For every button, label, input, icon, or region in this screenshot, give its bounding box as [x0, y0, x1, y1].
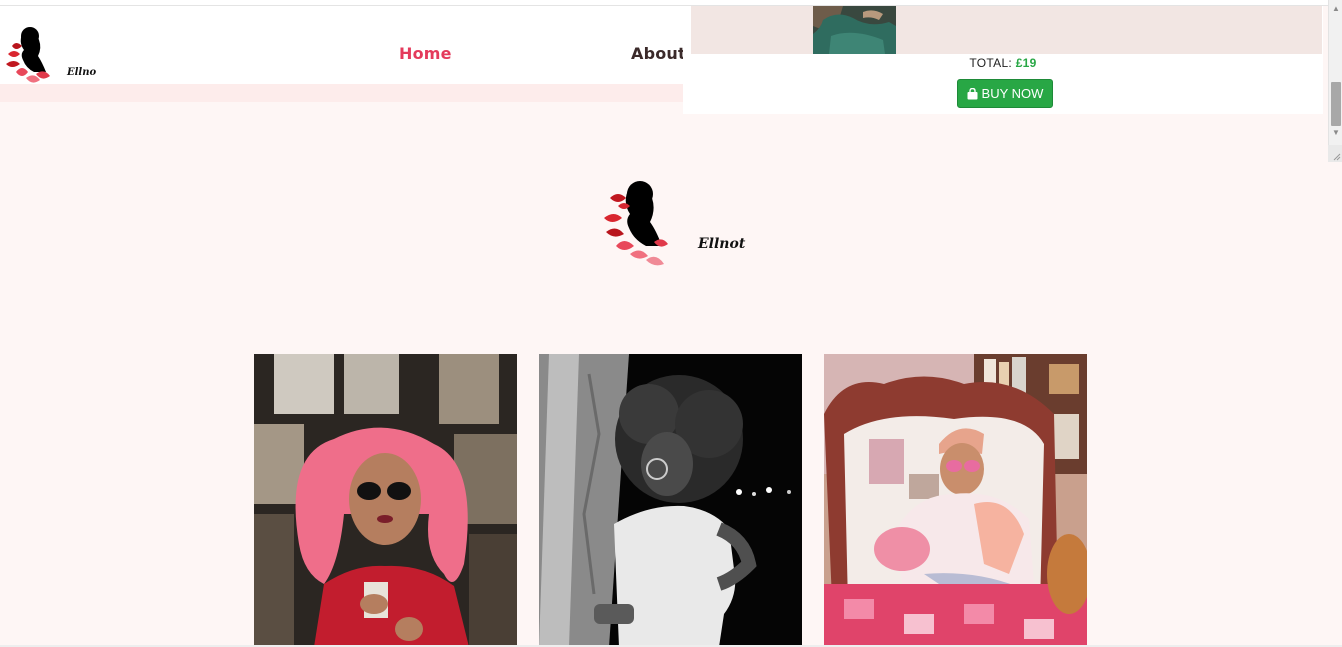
gallery-image-3[interactable]	[824, 354, 1087, 647]
brand-name-large: Ellnot	[697, 236, 746, 252]
silhouette-icon	[625, 181, 662, 246]
cart-total: TOTAL: £19	[683, 56, 1323, 70]
scrollbar-thumb[interactable]	[1331, 82, 1341, 126]
nav-home-link[interactable]: Home	[399, 44, 452, 63]
nav-about-link[interactable]: About	[631, 44, 686, 63]
cart-item-thumbnail[interactable]	[813, 6, 896, 54]
resize-grip-icon[interactable]	[1328, 145, 1342, 162]
scroll-up-arrow-icon[interactable]: ▲	[1331, 4, 1341, 14]
cart-total-amount: £19	[1015, 56, 1037, 70]
gallery-image-1[interactable]	[254, 354, 517, 647]
navbar-band	[0, 84, 683, 102]
shopping-bag-icon	[967, 87, 978, 99]
scroll-down-arrow-icon[interactable]: ▼	[1331, 128, 1341, 138]
silhouette-icon	[20, 27, 46, 72]
cart-total-label: TOTAL:	[969, 56, 1013, 70]
brand-logo-small[interactable]: Ellnot	[4, 24, 96, 88]
gallery-image-2[interactable]	[539, 354, 802, 647]
cart-item	[691, 6, 1322, 54]
navbar	[0, 6, 700, 84]
scrollbar[interactable]: ▲ ▼	[1328, 0, 1342, 162]
buy-now-button[interactable]: BUY NOW	[957, 79, 1053, 108]
brand-name-small: Ellnot	[66, 67, 96, 78]
buy-now-label: BUY NOW	[981, 86, 1044, 101]
brand-logo-large: Ellnot	[604, 181, 746, 266]
cart-dropdown: TOTAL: £19 BUY NOW	[683, 6, 1323, 114]
